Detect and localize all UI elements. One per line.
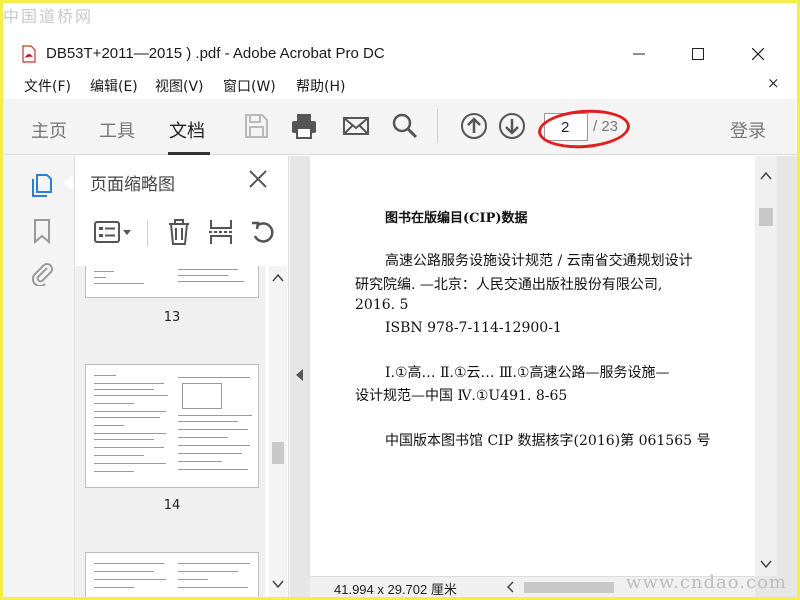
scrollbar-thumb[interactable] bbox=[272, 442, 284, 464]
menu-window[interactable]: 窗口(W) bbox=[223, 76, 276, 96]
scroll-down-icon[interactable] bbox=[760, 558, 772, 570]
watermark-top: 中国道桥网 bbox=[3, 7, 94, 26]
print-icon[interactable] bbox=[289, 111, 319, 141]
next-page-icon[interactable] bbox=[497, 111, 527, 141]
search-icon[interactable] bbox=[389, 111, 419, 141]
collapse-panel-icon[interactable] bbox=[296, 369, 304, 381]
scroll-up-icon[interactable] bbox=[272, 272, 284, 284]
panel-separator bbox=[147, 220, 148, 246]
thumbnail-page-15[interactable] bbox=[85, 552, 259, 597]
close-panel-icon[interactable] bbox=[247, 168, 269, 190]
thumbnail-scrollbar[interactable] bbox=[269, 266, 287, 597]
page-thumbnails-icon[interactable] bbox=[29, 172, 55, 198]
document-line: 研究院编. —北京：人民交通出版社股份有限公司, bbox=[355, 277, 663, 293]
window-title: DB53T+2011—2015 ) .pdf - Adobe Acrobat P… bbox=[46, 45, 385, 62]
cip-heading: 图书在版编目(CIP)数据 bbox=[385, 211, 528, 226]
maximize-icon bbox=[692, 48, 704, 60]
page-dimensions: 41.994 x 29.702 厘米 bbox=[334, 582, 457, 597]
previous-page-icon[interactable] bbox=[459, 111, 489, 141]
thumbnail-label: 13 bbox=[163, 310, 181, 325]
document-page: 图书在版编目(CIP)数据 高速公路服务设施设计规范 / 云南省交通规划设计 研… bbox=[310, 156, 755, 576]
tab-document[interactable]: 文档 bbox=[169, 117, 205, 143]
minimize-button[interactable] bbox=[616, 37, 662, 71]
document-line: 设计规范—中国 Ⅳ.①U491. 8-65 bbox=[355, 388, 568, 404]
attachment-icon[interactable] bbox=[29, 260, 55, 286]
save-icon[interactable] bbox=[241, 111, 271, 141]
insert-page-icon[interactable] bbox=[207, 218, 235, 246]
document-vertical-scrollbar[interactable] bbox=[755, 156, 777, 576]
bookmark-icon[interactable] bbox=[29, 218, 55, 244]
close-window-button[interactable] bbox=[735, 37, 781, 71]
tab-tools[interactable]: 工具 bbox=[99, 117, 135, 143]
document-line: 高速公路服务设施设计规范 / 云南省交通规划设计 bbox=[385, 253, 693, 269]
title-bar: DB53T+2011—2015 ) .pdf - Adobe Acrobat P… bbox=[3, 37, 797, 71]
panel-toolbar bbox=[75, 212, 289, 252]
toolbar: 主页 工具 文档 2 / 23 登录 bbox=[3, 99, 797, 155]
minimize-icon bbox=[633, 53, 645, 55]
document-line: Ⅰ.①高… Ⅱ.①云… Ⅲ.①高速公路—服务设施— bbox=[385, 365, 670, 381]
active-tab-indicator bbox=[168, 152, 210, 155]
watermark-bottom: www.cndao.com bbox=[626, 572, 787, 593]
toolbar-separator bbox=[437, 109, 438, 143]
delete-page-icon[interactable] bbox=[165, 218, 193, 246]
email-icon[interactable] bbox=[341, 111, 371, 141]
rotate-page-icon[interactable] bbox=[249, 218, 277, 246]
close-icon bbox=[752, 48, 764, 60]
scroll-down-icon[interactable] bbox=[272, 578, 284, 590]
app-frame: 中国道桥网 DB53T+2011—2015 ) .pdf - Adobe Acr… bbox=[3, 3, 797, 597]
menu-view[interactable]: 视图(V) bbox=[155, 76, 204, 96]
menu-edit[interactable]: 编辑(E) bbox=[90, 76, 138, 96]
scroll-up-icon[interactable] bbox=[760, 170, 772, 182]
close-document-button[interactable]: × bbox=[767, 74, 780, 92]
scroll-left-icon[interactable] bbox=[506, 581, 514, 593]
horizontal-scrollbar-thumb[interactable] bbox=[524, 582, 614, 593]
thumbnail-list: 13 14 bbox=[75, 266, 265, 597]
menu-bar: 文件(F) 编辑(E) 视图(V) 窗口(W) 帮助(H) × bbox=[3, 73, 797, 97]
document-line: 中国版本图书馆 CIP 数据核字(2016)第 061565 号 bbox=[385, 433, 711, 449]
thumbnail-label: 14 bbox=[163, 498, 181, 513]
thumbnail-page-13[interactable] bbox=[85, 266, 259, 298]
scrollbar-thumb[interactable] bbox=[759, 208, 773, 226]
document-line: ISBN 978-7-114-12900-1 bbox=[385, 320, 562, 336]
pdf-file-icon bbox=[22, 45, 36, 63]
document-line: 2016. 5 bbox=[355, 297, 409, 313]
panel-title: 页面缩略图 bbox=[90, 175, 175, 195]
menu-help[interactable]: 帮助(H) bbox=[296, 76, 345, 96]
login-button[interactable]: 登录 bbox=[730, 117, 766, 143]
tab-home[interactable]: 主页 bbox=[31, 117, 67, 143]
maximize-button[interactable] bbox=[675, 37, 721, 71]
thumbnail-page-14[interactable] bbox=[85, 364, 259, 488]
options-menu-icon[interactable] bbox=[93, 218, 133, 246]
document-area: 图书在版编目(CIP)数据 高速公路服务设施设计规范 / 云南省交通规划设计 研… bbox=[290, 156, 797, 597]
left-rail bbox=[3, 156, 75, 597]
menu-file[interactable]: 文件(F) bbox=[24, 76, 71, 96]
thumbnail-panel: 页面缩略图 13 14 bbox=[75, 156, 289, 597]
rail-pointer bbox=[63, 175, 73, 191]
